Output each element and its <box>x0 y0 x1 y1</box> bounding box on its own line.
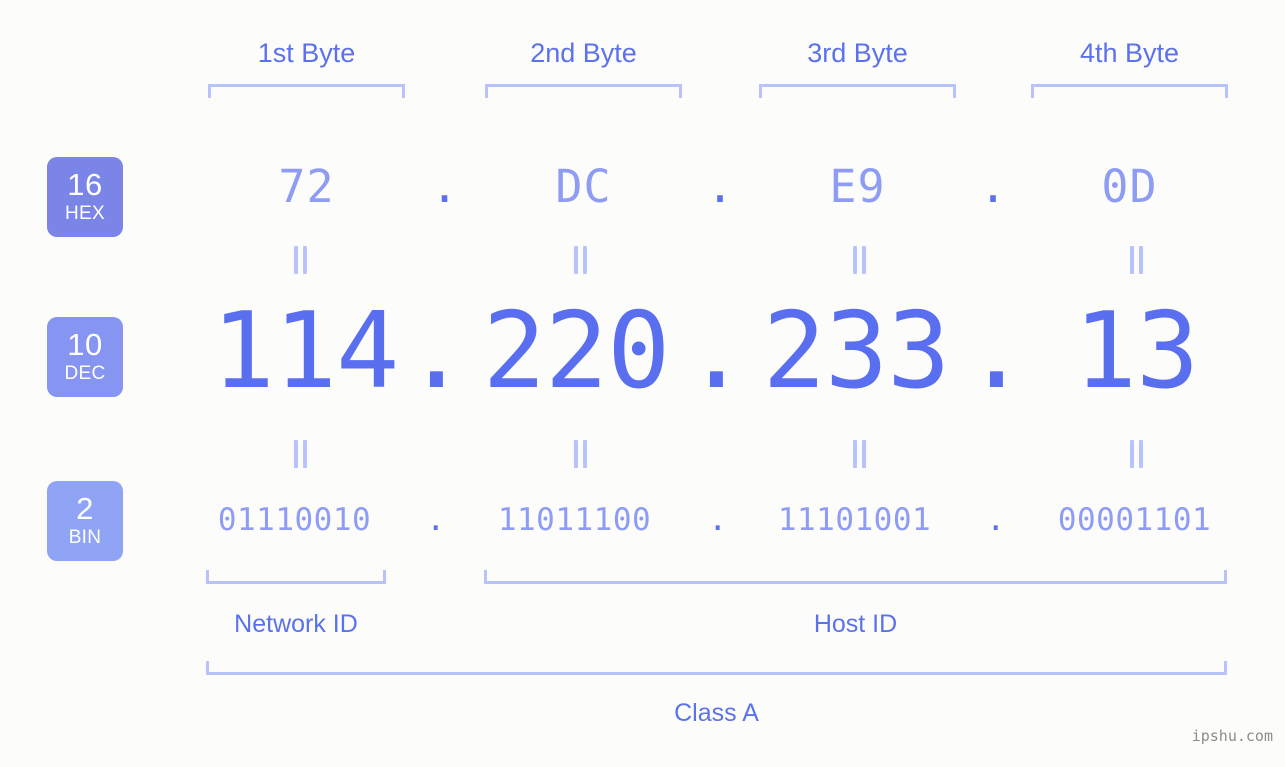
bin-separator-3: . <box>986 502 1006 538</box>
base-badge-dec-number: 10 <box>67 327 103 362</box>
host-id-label: Host ID <box>813 610 898 638</box>
equality-mark-dec-bin-1 <box>290 440 310 468</box>
hex-separator-1: . <box>430 160 460 213</box>
hex-octet-3: E9 <box>829 160 886 213</box>
network-id-label: Network ID <box>234 610 358 638</box>
base-badge-bin-abbr: BIN <box>68 527 102 548</box>
hex-octet-2: DC <box>555 160 612 213</box>
dec-octet-3: 233 <box>762 290 951 412</box>
class-bracket <box>206 661 1227 675</box>
host-id-bracket <box>484 570 1227 584</box>
bin-octet-2: 11011100 <box>497 502 652 538</box>
base-badge-hex-number: 16 <box>67 167 103 202</box>
byte-header-label-4: 4th Byte <box>1079 38 1180 68</box>
byte-bracket-3 <box>759 84 956 98</box>
site-watermark: ipshu.com <box>1191 727 1273 745</box>
dec-separator-3: . <box>964 290 1028 412</box>
dec-octet-4: 13 <box>1073 290 1199 412</box>
class-label: Class A <box>674 699 759 727</box>
equality-mark-hex-dec-4 <box>1126 246 1146 274</box>
network-id-bracket <box>206 570 386 584</box>
byte-header-label-1: 1st Byte <box>257 38 356 68</box>
equality-mark-hex-dec-2 <box>570 246 590 274</box>
hex-octet-4: 0D <box>1101 160 1158 213</box>
bin-octet-4: 00001101 <box>1057 502 1212 538</box>
base-badge-dec: 10 DEC <box>47 317 123 397</box>
equality-mark-dec-bin-4 <box>1126 440 1146 468</box>
equality-mark-hex-dec-3 <box>849 246 869 274</box>
dec-octet-2: 220 <box>482 290 671 412</box>
hex-octet-1: 72 <box>278 160 335 213</box>
ip-breakdown-diagram: 1st Byte 2nd Byte 3rd Byte 4th Byte 16 H… <box>0 0 1285 767</box>
hex-separator-3: . <box>979 160 1008 213</box>
base-badge-hex: 16 HEX <box>47 157 123 237</box>
bin-separator-2: . <box>708 502 728 538</box>
byte-bracket-2 <box>485 84 682 98</box>
dec-separator-2: . <box>684 290 748 412</box>
base-badge-dec-abbr: DEC <box>64 363 106 384</box>
bin-octet-3: 11101001 <box>777 502 932 538</box>
bin-separator-1: . <box>426 502 446 538</box>
dec-octet-1: 114 <box>211 290 400 412</box>
byte-bracket-1 <box>208 84 405 98</box>
hex-separator-2: . <box>706 160 735 213</box>
base-badge-bin: 2 BIN <box>47 481 123 561</box>
base-badge-hex-abbr: HEX <box>65 203 105 224</box>
byte-bracket-4 <box>1031 84 1228 98</box>
base-badge-bin-number: 2 <box>76 491 94 526</box>
dec-separator-1: . <box>404 290 468 412</box>
equality-mark-dec-bin-3 <box>849 440 869 468</box>
equality-mark-hex-dec-1 <box>290 246 310 274</box>
equality-mark-dec-bin-2 <box>570 440 590 468</box>
byte-header-label-2: 2nd Byte <box>530 38 637 68</box>
bin-octet-1: 01110010 <box>217 502 372 538</box>
byte-header-label-3: 3rd Byte <box>807 38 908 68</box>
